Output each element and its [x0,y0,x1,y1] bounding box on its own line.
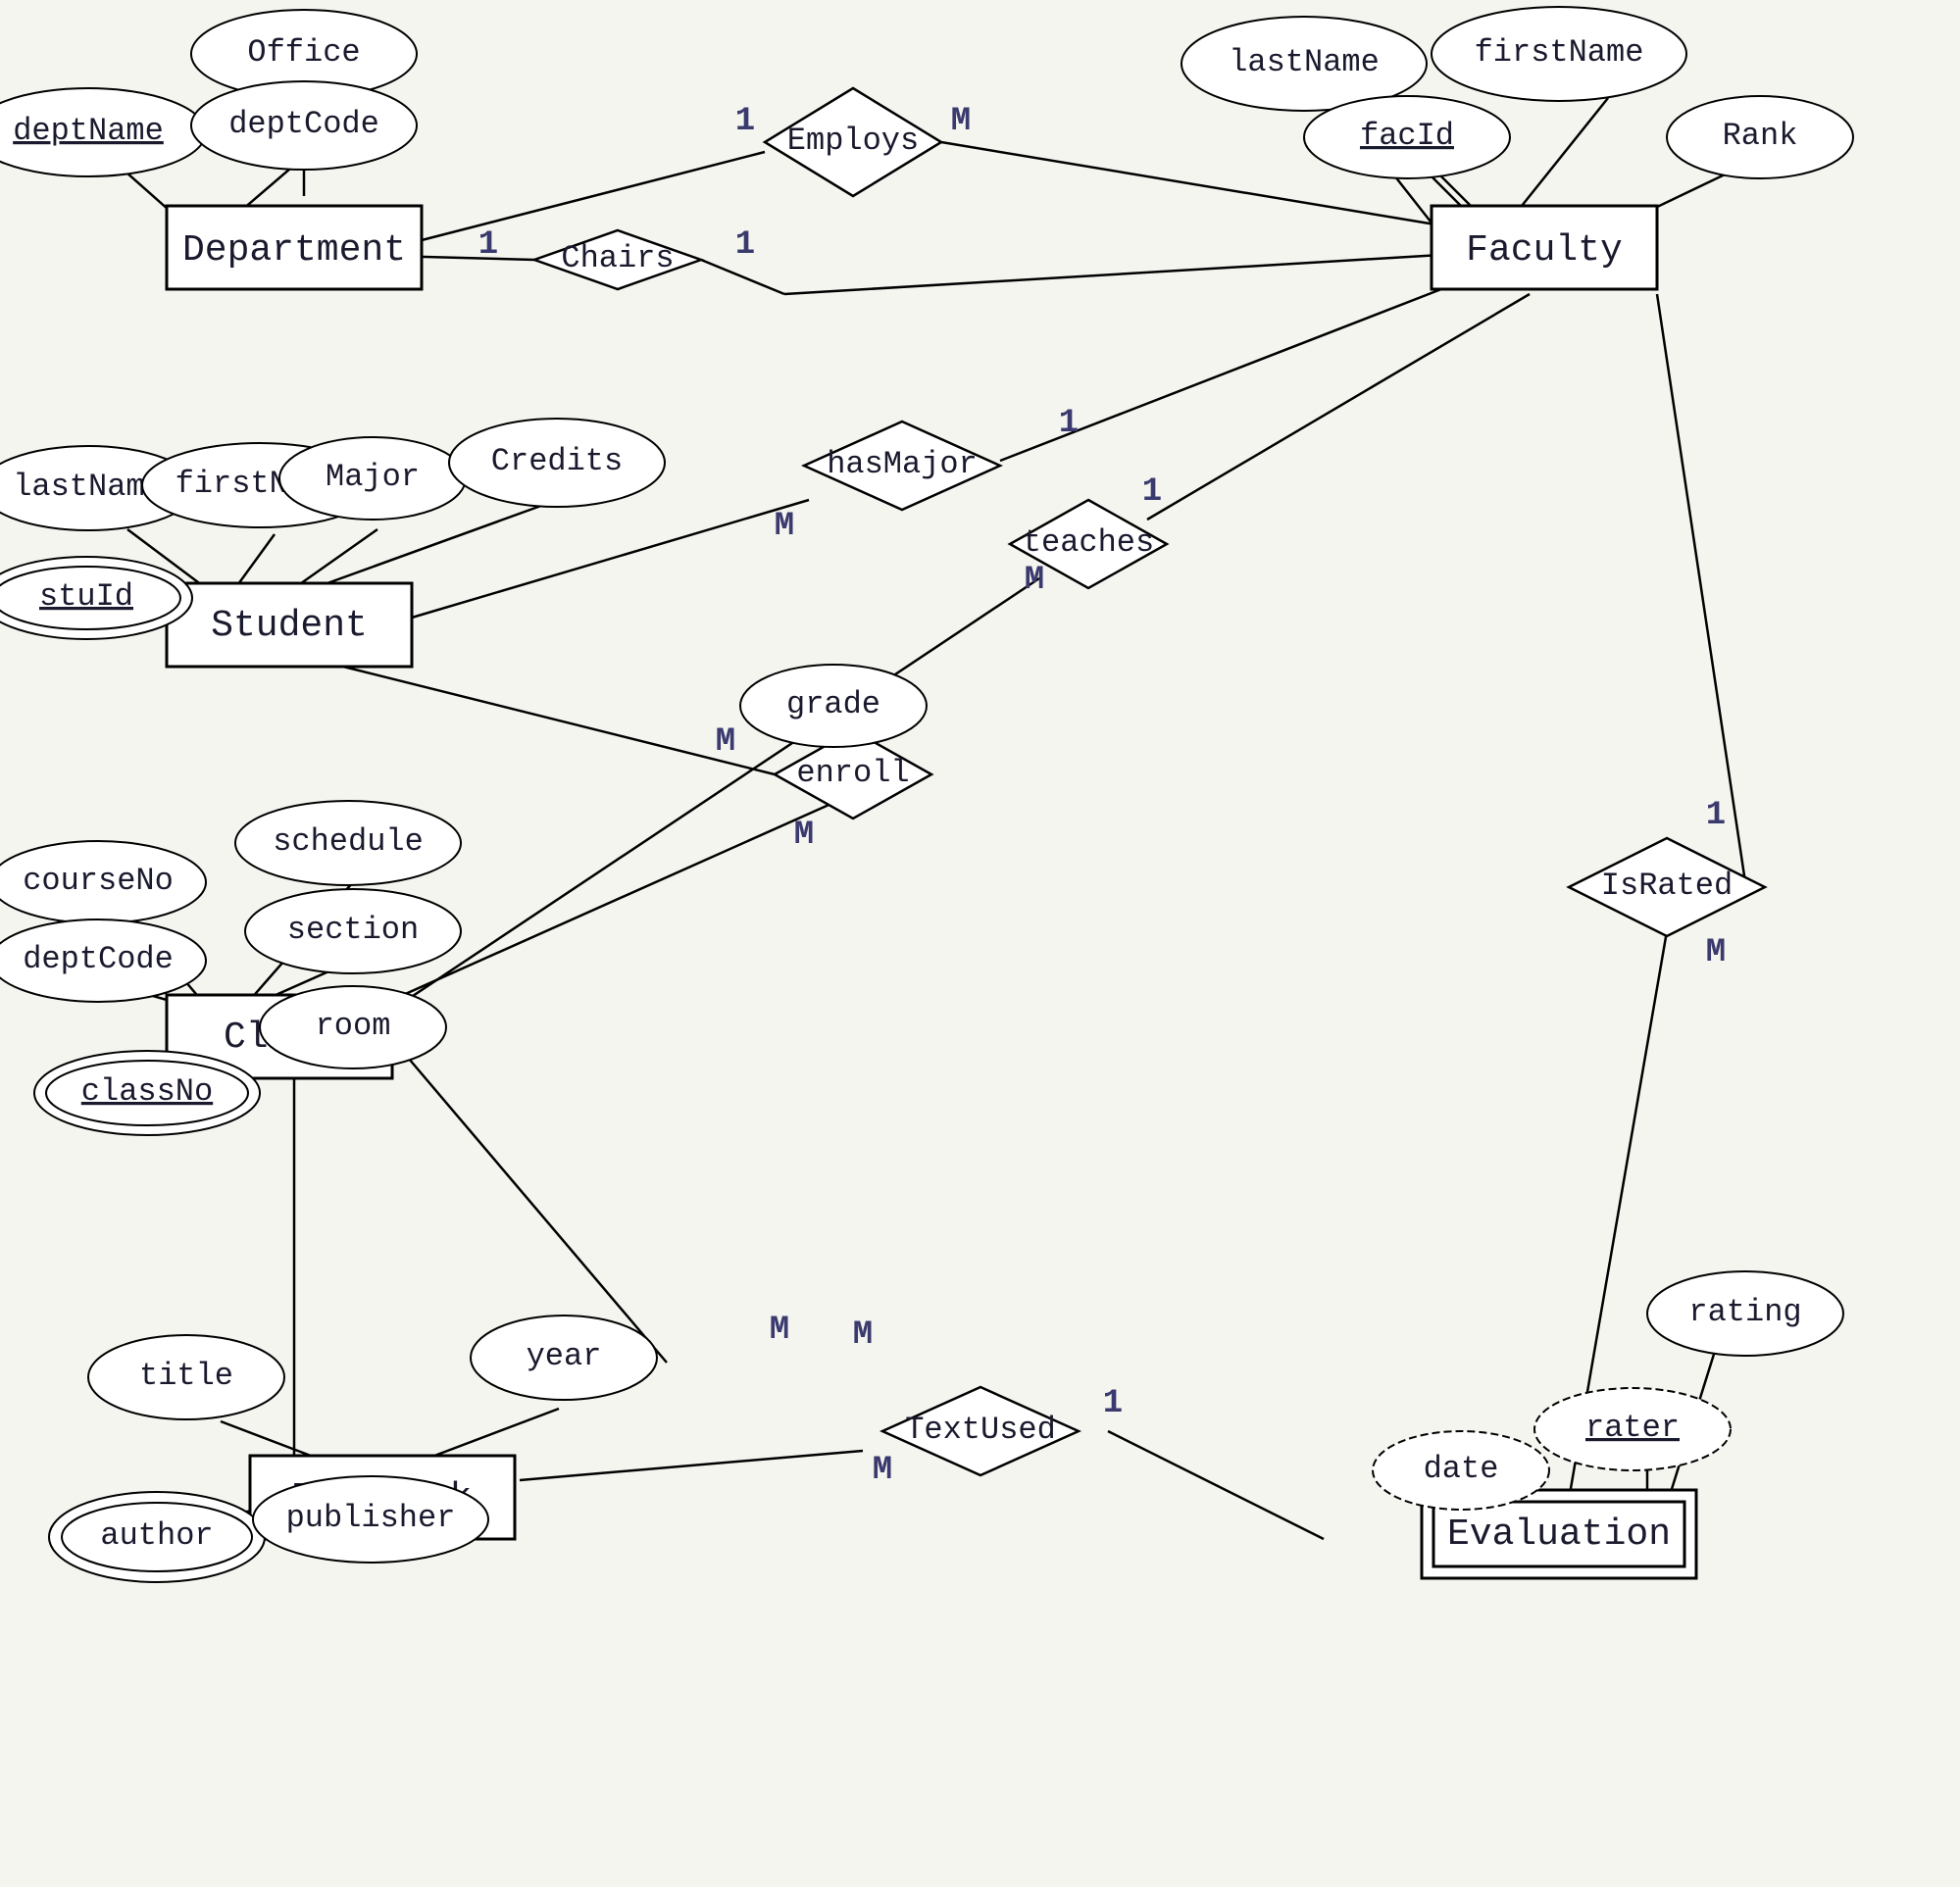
relation-hasmajor-label: hasMajor [827,446,978,482]
attr-title-text: title [139,1358,233,1394]
card-employs-m: M [951,103,971,140]
attr-rating-text: rating [1688,1294,1801,1330]
attr-rater-text: rater [1585,1410,1680,1446]
attr-stuid-text: stuId [39,578,133,615]
attr-publisher-text: publisher [286,1500,456,1536]
attr-lastname-stu-text: lastName [13,469,164,505]
entity-student-label: Student [211,605,368,647]
attr-deptcode-dept-text: deptCode [228,106,379,142]
attr-date-text: date [1424,1451,1499,1487]
attr-section-text: section [287,912,419,948]
card-chairs-fac: 1 [735,226,755,264]
card-class-textused: M [770,1312,789,1349]
card-chairs-dept: 1 [478,226,498,264]
attr-facid-text: facId [1360,118,1454,154]
attr-classno-text: classNo [81,1073,213,1110]
card-textused-cls: M [853,1316,873,1354]
attr-schedule-text: schedule [273,823,424,860]
card-hasmajor-stu: M [775,508,794,545]
attr-major-text: Major [326,459,420,495]
attr-deptname-text: deptName [13,113,164,149]
entity-evaluation-label: Evaluation [1447,1514,1671,1556]
card-textused-eval: 1 [1103,1385,1123,1422]
relation-employs-label: Employs [787,123,919,159]
attr-deptcode-cls-text: deptCode [23,941,174,977]
attr-grade-text: grade [786,686,880,722]
card-textused-tb: M [873,1452,892,1489]
attr-author-text: author [100,1517,213,1554]
attr-rank-text: Rank [1723,118,1798,154]
relation-enroll-label: enroll [796,755,909,791]
attr-year-text: year [527,1338,602,1374]
card-teaches-fac: 1 [1142,473,1162,511]
attr-courseno-text: courseNo [23,863,174,899]
relation-chairs-label: Chairs [561,240,674,276]
card-hasmajor-fac: 1 [1059,405,1079,442]
card-teaches-cls: M [1025,562,1044,599]
card-enroll-cls: M [794,817,814,854]
entity-faculty-label: Faculty [1466,229,1623,272]
attr-room-text: room [316,1008,391,1044]
attr-office-text: Office [247,34,360,71]
card-israted-fac: 1 [1706,797,1726,834]
attr-firstname-fac-text: firstName [1475,34,1644,71]
card-israted-eval: M [1706,934,1726,971]
attr-lastname-fac-text: lastName [1229,44,1380,80]
relation-israted-label: IsRated [1601,868,1733,904]
card-enroll-stu: M [716,723,735,761]
entity-department-label: Department [182,229,406,272]
card-employs-1: 1 [735,103,755,140]
relation-teaches-label: teaches [1023,524,1154,561]
relation-textused-label: TextUsed [905,1412,1056,1448]
attr-credits-text: Credits [491,443,623,479]
